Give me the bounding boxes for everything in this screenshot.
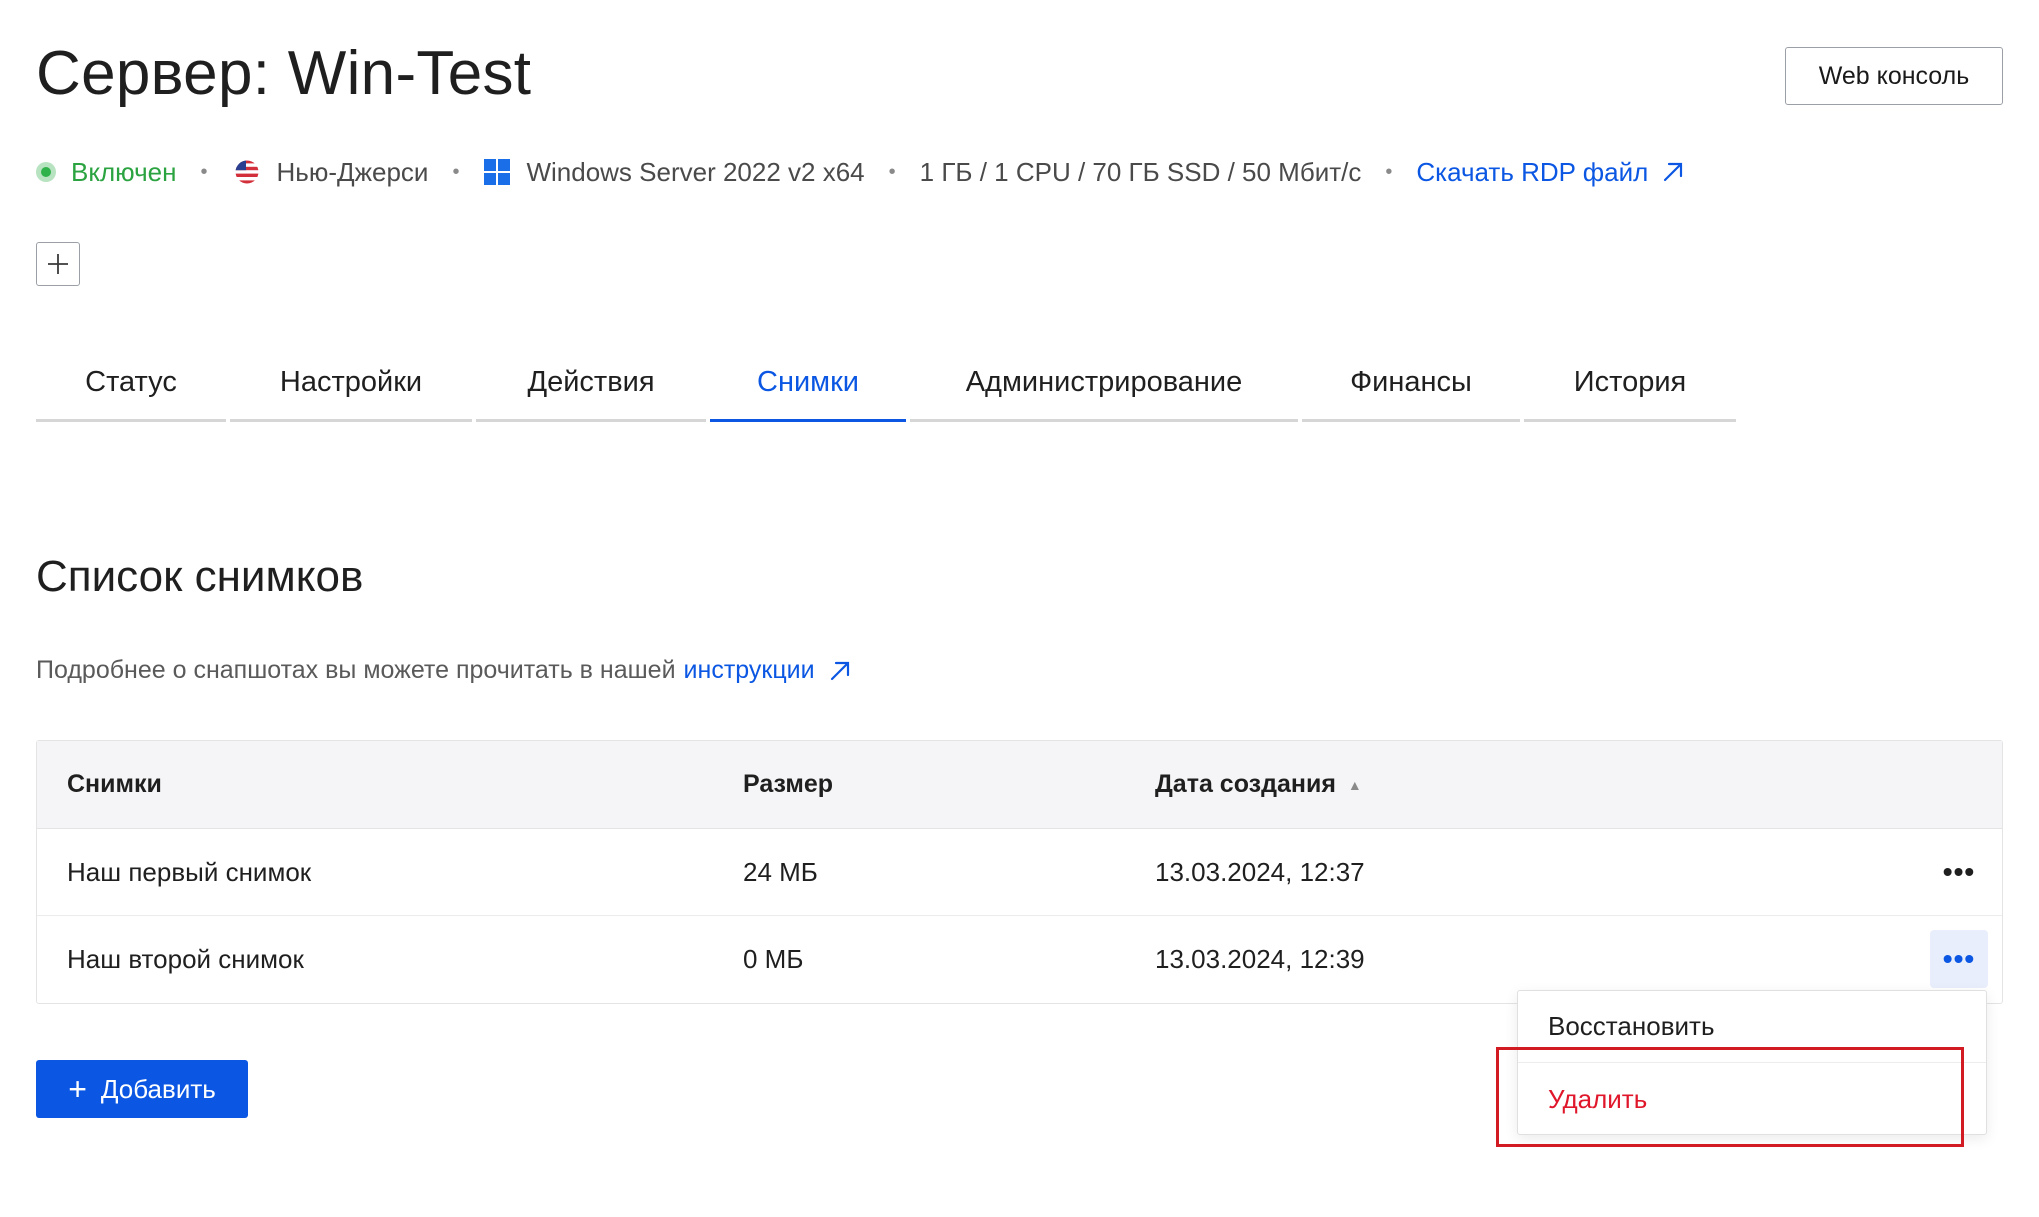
- server-info-row: Включен • Нью-Джерси • Windows Server 20…: [36, 150, 1686, 194]
- separator-dot: •: [888, 160, 896, 183]
- plus-icon: [48, 254, 68, 274]
- row-actions-button[interactable]: •••: [1930, 930, 1988, 988]
- highlight-annotation-box: [1496, 1047, 1964, 1147]
- us-flag-icon: [235, 160, 258, 184]
- download-rdp-link[interactable]: Скачать RDP файл: [1416, 157, 1686, 188]
- column-header-date[interactable]: Дата создания ▲: [1155, 741, 1362, 828]
- tab-1[interactable]: Настройки: [230, 345, 472, 422]
- snapshot-name: Наш первый снимок: [67, 856, 312, 887]
- external-link-arrow-icon: [1664, 162, 1683, 182]
- specs-text: 1 ГБ / 1 CPU / 70 ГБ SSD / 50 Мбит/с: [919, 156, 1362, 187]
- column-header-name[interactable]: Снимки: [67, 741, 162, 828]
- more-dots-icon: •••: [1942, 856, 1976, 887]
- plus-icon: +: [68, 1070, 87, 1107]
- web-console-button[interactable]: Web консоль: [1785, 47, 2003, 105]
- external-link-arrow-icon: [830, 661, 849, 680]
- separator-dot: •: [200, 160, 208, 183]
- tab-6[interactable]: История: [1524, 345, 1736, 422]
- tab-4[interactable]: Администрирование: [910, 345, 1298, 422]
- snapshot-size: 24 МБ: [743, 856, 818, 887]
- separator-dot: •: [452, 160, 460, 183]
- snapshot-size: 0 МБ: [743, 944, 804, 974]
- add-snapshot-button[interactable]: + Добавить: [36, 1060, 248, 1118]
- section-title: Список снимков: [36, 552, 364, 601]
- tab-3[interactable]: Снимки: [710, 345, 906, 422]
- row-actions-button[interactable]: •••: [1930, 843, 1988, 901]
- more-dots-icon: •••: [1942, 943, 1976, 974]
- column-header-size[interactable]: Размер: [743, 741, 833, 828]
- windows-logo-icon: [484, 159, 511, 185]
- status-text: Включен: [71, 156, 177, 187]
- add-snapshot-label: Добавить: [100, 1073, 216, 1104]
- snapshots-table: Снимки Размер Дата создания ▲ Наш первый…: [36, 740, 2003, 1004]
- tab-2[interactable]: Действия: [476, 345, 706, 422]
- table-row: Наш первый снимок 24 МБ 13.03.2024, 12:3…: [37, 829, 2002, 916]
- add-tag-button[interactable]: [36, 242, 80, 286]
- tab-5[interactable]: Финансы: [1302, 345, 1520, 422]
- sort-ascending-icon[interactable]: ▲: [1348, 777, 1362, 793]
- instructions-link-label: инструкции: [683, 656, 815, 684]
- column-header-date-label: Дата создания: [1155, 770, 1336, 798]
- location-item: Нью-Джерси: [232, 156, 429, 188]
- section-description: Подробнее о снапшотах вы можете прочитат…: [36, 656, 853, 685]
- snapshot-date: 13.03.2024, 12:37: [1155, 856, 1365, 887]
- snapshot-name: Наш второй снимок: [67, 944, 304, 974]
- description-text: Подробнее о снапшотах вы можете прочитат…: [36, 656, 676, 684]
- tab-bar: Статус Настройки Действия Снимки Администрир…: [36, 345, 1740, 422]
- table-header: Снимки Размер Дата создания ▲: [37, 741, 2002, 829]
- page-title: Сервер: Win-Test: [36, 39, 532, 108]
- instructions-link[interactable]: инструкции: [684, 656, 853, 685]
- download-rdp-label: Скачать RDP файл: [1416, 156, 1649, 187]
- snapshot-date: 13.03.2024, 12:39: [1155, 944, 1365, 974]
- separator-dot: •: [1385, 160, 1393, 183]
- os-text: Windows Server 2022 v2 x64: [526, 156, 865, 187]
- status-dot-icon: [36, 162, 56, 182]
- location-text: Нью-Джерси: [276, 156, 429, 187]
- status-item: Включен: [36, 157, 176, 188]
- os-item: Windows Server 2022 v2 x64: [483, 156, 865, 188]
- tab-0[interactable]: Статус: [36, 345, 226, 422]
